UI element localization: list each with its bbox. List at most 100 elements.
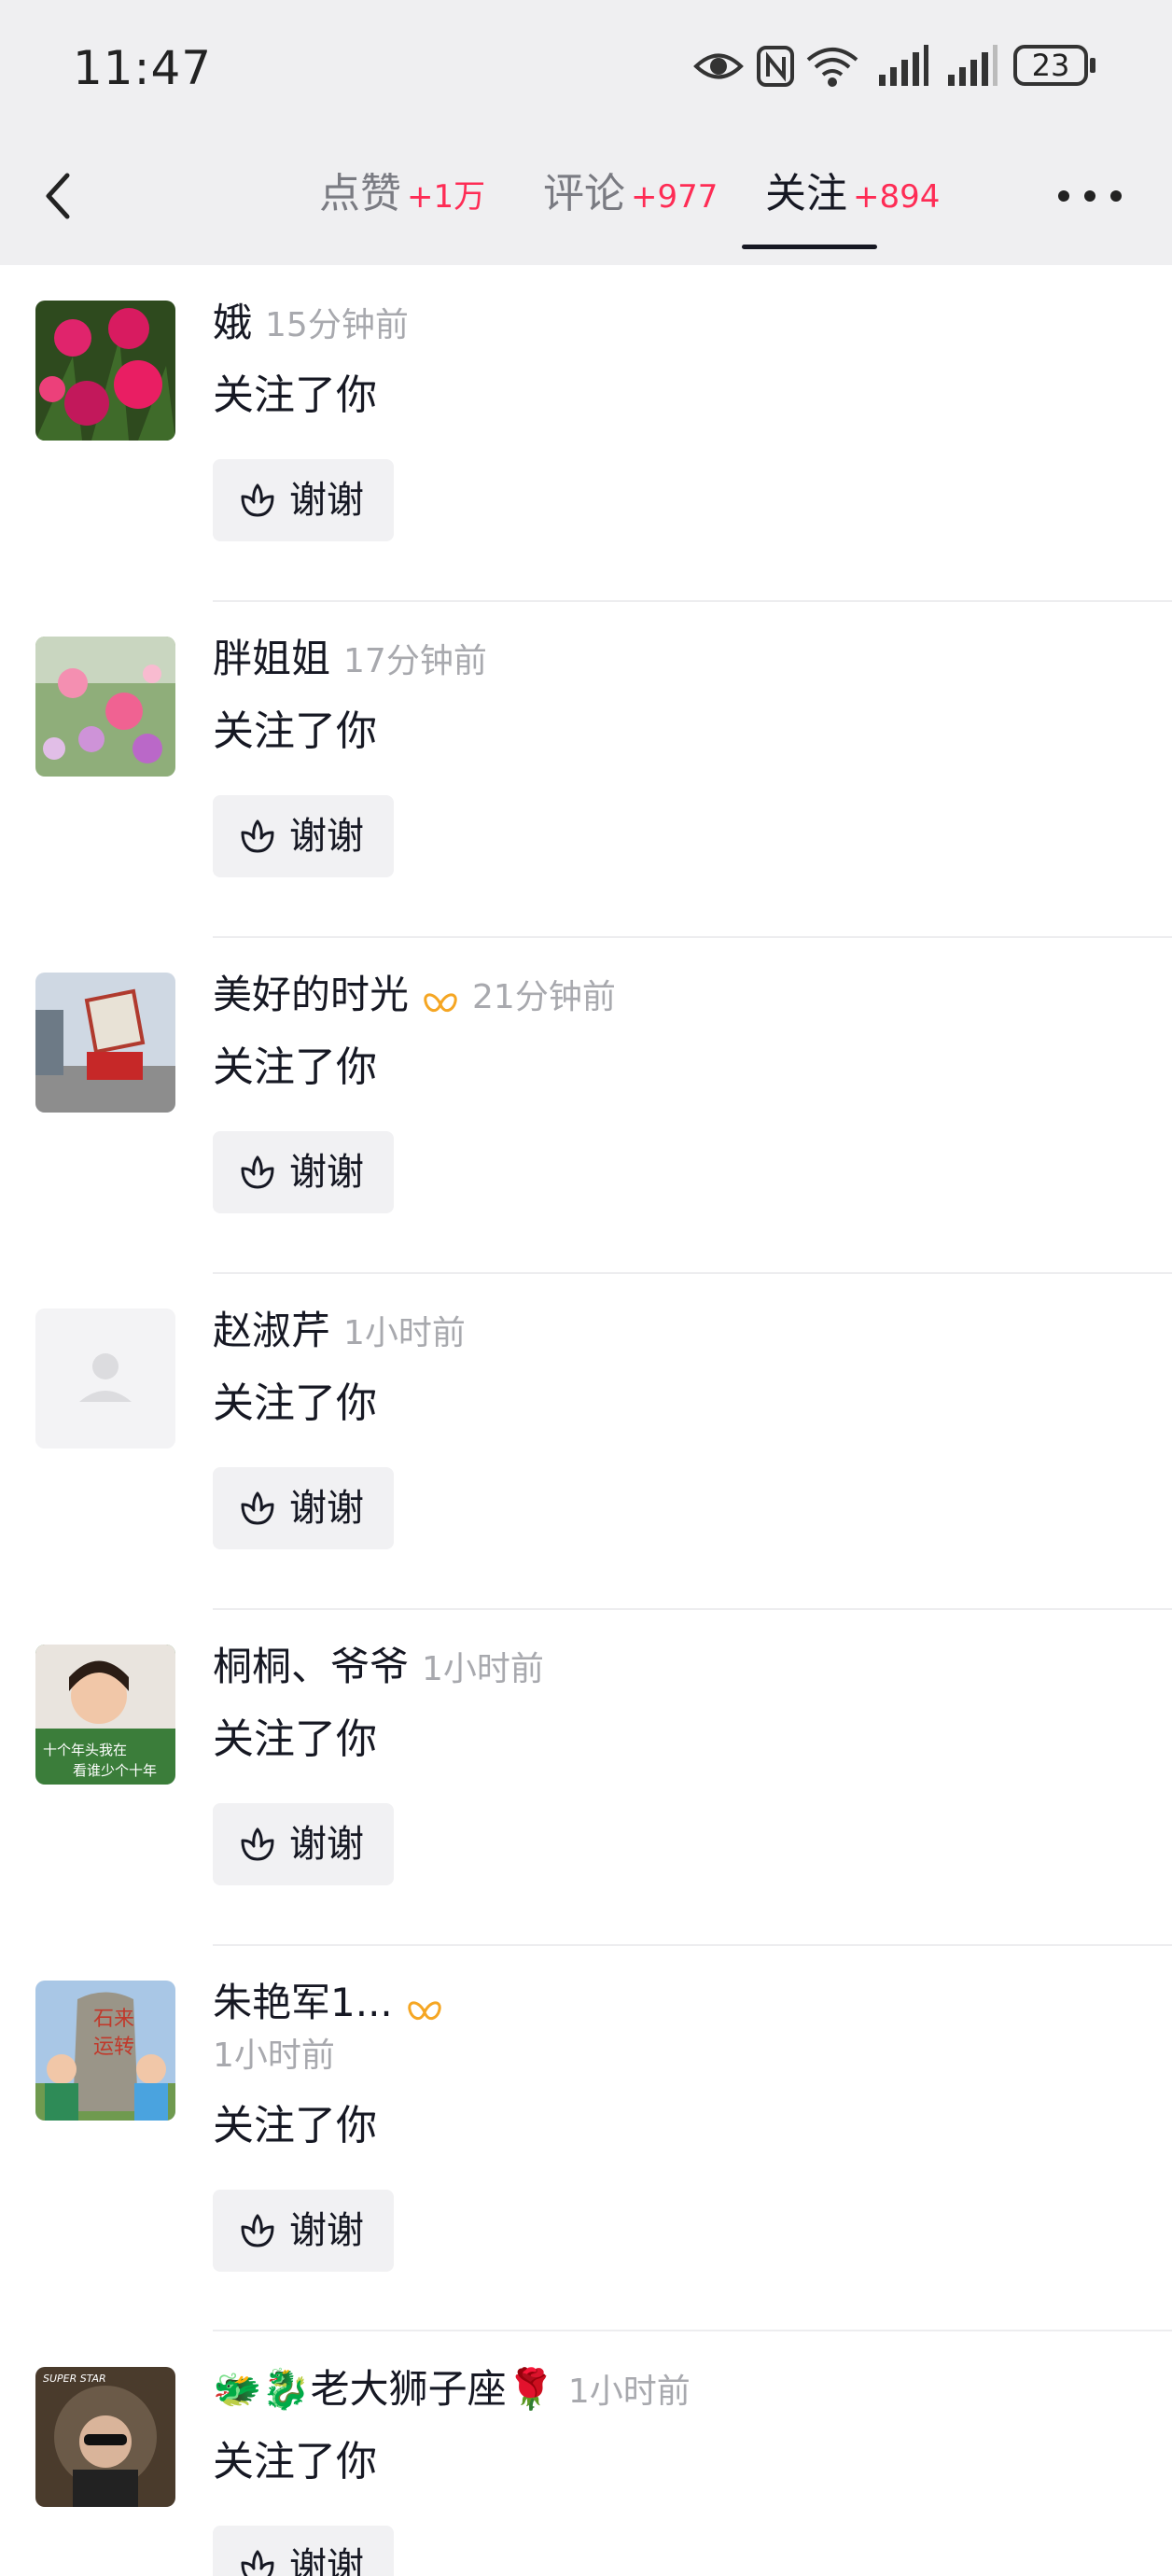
avatar-stone-text-2: 运转 (93, 2036, 134, 2059)
butterfly-badge-icon (408, 2000, 441, 2020)
divider (213, 2330, 1172, 2331)
divider (213, 1608, 1172, 1610)
timestamp: 1小时前 (422, 1650, 544, 1688)
avatar[interactable] (35, 637, 175, 777)
avatar-caption-2: 看谁少个十年 (73, 1762, 157, 1779)
avatar-caption-1: 十个年头我在 (43, 1742, 127, 1758)
avatar-superstar-image: SUPER STAR (35, 2367, 175, 2507)
active-tab-indicator (742, 245, 877, 249)
user-name[interactable]: 美好的时光 (213, 972, 409, 1017)
name-row: 美好的时光 21分钟前 (213, 967, 616, 1023)
battery-level: 23 (1031, 48, 1070, 83)
butterfly-badge-icon (424, 992, 457, 1012)
flower-icon (241, 1491, 274, 1525)
user-name[interactable]: 娥 (213, 300, 252, 345)
more-icon[interactable] (1056, 187, 1123, 205)
top-area: 11:47 23 点赞 +1万 评论 +977 关注 +894 (0, 0, 1172, 265)
battery-tip (1090, 58, 1095, 73)
nav-bar: 点赞 +1万 评论 +977 关注 +894 (0, 140, 1172, 265)
flower-icon (241, 1155, 274, 1189)
user-name[interactable]: 赵淑芹 (213, 1308, 330, 1353)
eye-icon (693, 53, 744, 79)
thanks-label: 谢谢 (289, 1151, 364, 1194)
user-name[interactable]: 朱艳军1... (213, 1980, 393, 2025)
flower-icon (241, 483, 274, 517)
name-row: 赵淑芹 1小时前 (213, 1303, 466, 1359)
tab-likes-label: 点赞 (319, 170, 401, 217)
tab-comments-count: +977 (631, 178, 719, 216)
thanks-button[interactable]: 谢谢 (213, 2190, 394, 2272)
avatar[interactable] (35, 301, 175, 441)
action-text: 关注了你 (213, 1715, 377, 1763)
default-avatar[interactable] (35, 1309, 175, 1449)
timestamp: 21分钟前 (472, 978, 616, 1016)
thanks-label: 谢谢 (289, 479, 364, 522)
thanks-button[interactable]: 谢谢 (213, 795, 394, 877)
action-text: 关注了你 (213, 2102, 377, 2149)
nfc-icon (757, 46, 794, 87)
tab-follows-label: 关注 (765, 170, 847, 217)
thanks-button[interactable]: 谢谢 (213, 459, 394, 541)
divider (213, 1944, 1172, 1946)
tab-likes[interactable]: 点赞 +1万 (319, 164, 485, 224)
status-time: 11:47 (73, 41, 213, 95)
avatar-plaza-image (35, 973, 175, 1113)
name-row: 胖姐姐 17分钟前 (213, 631, 487, 687)
tab-follows-count: +894 (853, 178, 941, 216)
thanks-button[interactable]: 谢谢 (213, 1803, 394, 1885)
timestamp: 1小时前 (567, 2373, 691, 2411)
thanks-label: 谢谢 (289, 2209, 364, 2252)
flower-icon (241, 1827, 274, 1861)
tab-likes-count: +1万 (407, 178, 486, 216)
thanks-button[interactable]: 谢谢 (213, 1131, 394, 1213)
avatar-stone-image: 石来 运转 (35, 1981, 175, 2121)
action-text: 关注了你 (213, 707, 377, 755)
divider (213, 1272, 1172, 1274)
action-text: 关注了你 (213, 1043, 377, 1091)
avatar[interactable]: 十个年头我在 看谁少个十年 (35, 1645, 175, 1785)
thanks-button[interactable]: 谢谢 (213, 2526, 394, 2576)
back-icon[interactable] (35, 166, 88, 226)
avatar[interactable] (35, 973, 175, 1113)
timestamp: 17分钟前 (343, 642, 487, 680)
signal-icon-1 (879, 45, 928, 86)
name-row: 🐲🐉老大狮子座🌹 1小时前 (213, 2361, 691, 2417)
tab-comments-label: 评论 (543, 170, 625, 217)
thanks-label: 谢谢 (289, 1823, 364, 1866)
avatar-child-image: 十个年头我在 看谁少个十年 (35, 1645, 175, 1785)
avatar-superstar-text: SUPER STAR (43, 2373, 106, 2385)
action-text: 关注了你 (213, 371, 377, 419)
name-row: 桐桐、爷爷 1小时前 (213, 1639, 544, 1695)
user-name[interactable]: 桐桐、爷爷 (213, 1644, 409, 1689)
avatar-flowers-image (35, 301, 175, 441)
action-text: 关注了你 (213, 2438, 377, 2485)
signal-icon-2 (948, 45, 998, 86)
thanks-label: 谢谢 (289, 1487, 364, 1530)
user-placeholder-icon (35, 1309, 175, 1449)
flower-icon (241, 2550, 274, 2576)
divider (213, 936, 1172, 938)
timestamp: 1小时前 (343, 1314, 466, 1352)
tab-comments[interactable]: 评论 +977 (543, 164, 718, 224)
divider (213, 600, 1172, 602)
tab-follows[interactable]: 关注 +894 (765, 164, 940, 224)
name-row: 娥 15分钟前 (213, 295, 409, 351)
avatar[interactable]: SUPER STAR (35, 2367, 175, 2507)
thanks-button[interactable]: 谢谢 (213, 1467, 394, 1549)
user-name[interactable]: 🐲🐉老大狮子座🌹 (213, 2366, 555, 2412)
status-bar: 11:47 23 (0, 0, 1172, 140)
timestamp: 15分钟前 (265, 306, 409, 344)
follower-list: 娥 15分钟前 关注了你 谢谢 胖姐姐 17分钟前 关注了你 谢谢 美好的时光 … (0, 265, 1172, 2576)
avatar-cosmos-image (35, 637, 175, 777)
thanks-label: 谢谢 (289, 2545, 364, 2576)
wifi-icon (806, 48, 858, 87)
timestamp: 1小时前 (213, 2037, 335, 2075)
flower-icon (241, 819, 274, 853)
action-text: 关注了你 (213, 1379, 377, 1427)
avatar-stone-text-1: 石来 (93, 2008, 134, 2031)
flower-icon (241, 2214, 274, 2247)
user-name[interactable]: 胖姐姐 (213, 636, 330, 681)
avatar[interactable]: 石来 运转 (35, 1981, 175, 2121)
battery-icon: 23 (1013, 45, 1088, 86)
thanks-label: 谢谢 (289, 815, 364, 858)
